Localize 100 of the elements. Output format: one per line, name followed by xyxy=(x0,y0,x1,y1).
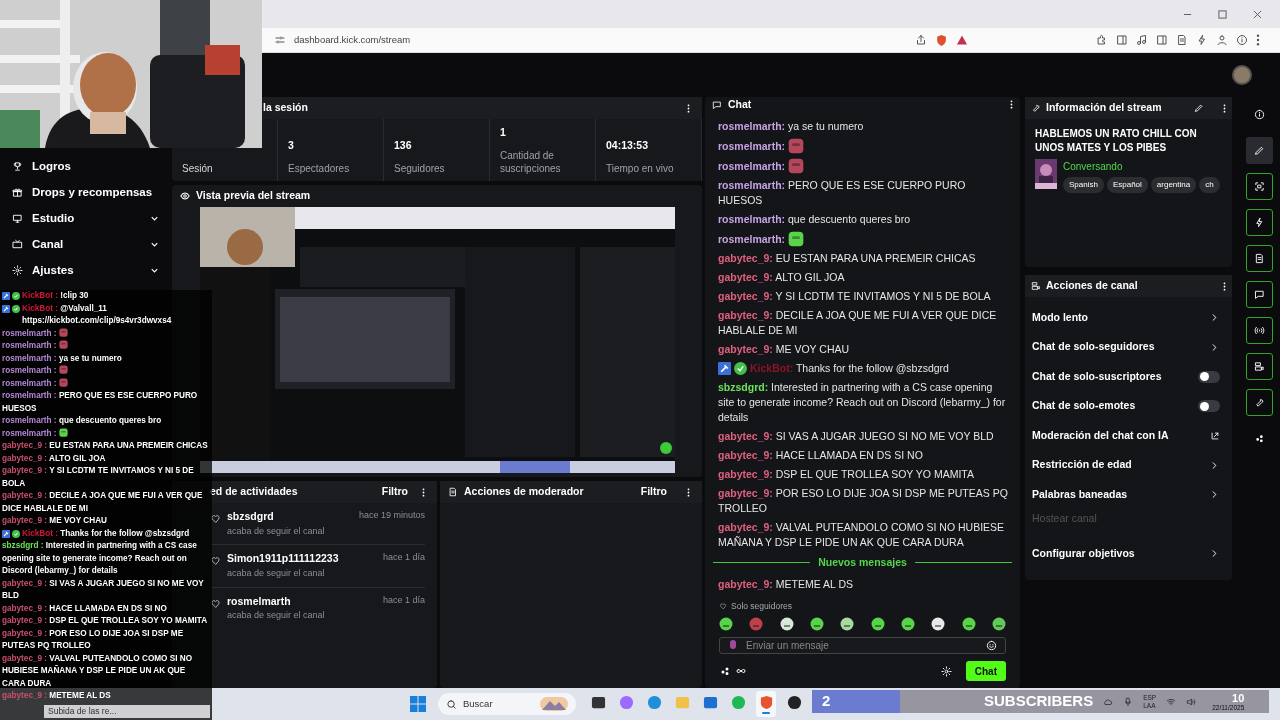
action-item[interactable]: Configurar objetivos xyxy=(1032,545,1135,562)
rail-button[interactable] xyxy=(1245,353,1273,380)
emote-icon[interactable] xyxy=(991,617,1006,632)
volume-icon[interactable] xyxy=(1186,696,1197,707)
cloud-icon[interactable] xyxy=(1103,696,1114,707)
tag[interactable]: Español xyxy=(1106,177,1148,193)
more-icon[interactable] xyxy=(1223,103,1226,113)
more-icon[interactable] xyxy=(687,103,690,113)
edit-icon[interactable] xyxy=(1194,103,1204,113)
shield-icon[interactable] xyxy=(935,33,948,47)
bolt-icon[interactable] xyxy=(1196,34,1208,46)
follower-name[interactable]: Simon1911p111112233 xyxy=(227,551,339,567)
stat-label[interactable]: Espectadores xyxy=(288,162,383,175)
emote-icon[interactable] xyxy=(719,617,733,632)
emote-icon[interactable] xyxy=(961,617,976,632)
filter-button[interactable]: Filtro xyxy=(640,484,667,500)
sidebar-item[interactable]: Estudio xyxy=(32,209,140,228)
chat-username[interactable]: rosmelmarth : xyxy=(2,366,57,375)
site-settings-icon[interactable] xyxy=(274,34,286,46)
stat-value: 136 xyxy=(394,138,413,154)
more-icon[interactable] xyxy=(1010,100,1013,110)
chat-username[interactable]: rosmelmarth: xyxy=(718,232,786,245)
category-link[interactable]: Conversando xyxy=(1063,159,1220,174)
action-item[interactable]: Chat de solo-emotes xyxy=(1032,398,1136,415)
toggle-switch[interactable] xyxy=(1198,400,1220,413)
tag[interactable]: ch xyxy=(1199,177,1220,193)
rail-button[interactable] xyxy=(1245,173,1273,200)
emote-icon[interactable] xyxy=(900,617,915,632)
sidebar-item[interactable]: Canal xyxy=(32,235,140,254)
camera-icon xyxy=(1253,361,1265,372)
chat-username[interactable]: rosmelmarth: xyxy=(718,139,786,152)
triangle-icon[interactable] xyxy=(956,34,968,46)
user-avatar[interactable] xyxy=(1232,65,1252,85)
chat-username[interactable]: rosmelmarth : xyxy=(2,378,57,388)
chat-username[interactable]: rosmelmarth : xyxy=(2,328,57,338)
follower-name[interactable]: rosmelmarth xyxy=(227,593,291,610)
chat-username[interactable]: rosmelmarth : xyxy=(2,341,57,350)
music-icon[interactable] xyxy=(1136,34,1148,46)
tag[interactable]: argentina xyxy=(1150,177,1197,193)
sidebar-item[interactable]: Logros xyxy=(32,157,160,176)
wrench-icon xyxy=(1253,397,1265,408)
rail-button[interactable] xyxy=(1245,317,1273,344)
external-link-icon[interactable] xyxy=(1210,430,1220,441)
chat-username[interactable]: rosmelmarth : xyxy=(2,428,57,438)
settings-icon xyxy=(12,265,23,276)
wifi-icon[interactable] xyxy=(1166,696,1177,707)
sidebar-item[interactable]: Ajustes xyxy=(32,261,140,280)
emote-icon[interactable] xyxy=(870,617,885,632)
sidebar-item[interactable]: Drops y recompensas xyxy=(32,183,160,202)
action-item[interactable]: Palabras baneadas xyxy=(1032,486,1128,503)
search-field[interactable]: Buscar xyxy=(438,693,576,715)
microphone-icon[interactable] xyxy=(728,639,738,652)
filter-button[interactable]: Filtro xyxy=(381,484,408,500)
extension-icon[interactable] xyxy=(1116,34,1128,46)
stat-label[interactable]: Seguidores xyxy=(394,162,489,175)
toggle-switch[interactable] xyxy=(1198,370,1220,383)
action-item[interactable]: Modo lento xyxy=(1032,309,1088,326)
chat-message: gabytec_9: ME VOY CHAU xyxy=(718,342,850,355)
stat-label[interactable]: Sesión xyxy=(182,162,277,175)
microphone-icon[interactable] xyxy=(1123,696,1134,707)
more-icon[interactable] xyxy=(687,487,690,497)
follower-name[interactable]: sbzsdgrd xyxy=(227,509,274,525)
extension-icon[interactable] xyxy=(1096,34,1108,46)
send-button[interactable]: Chat xyxy=(965,661,1006,682)
rail-button[interactable] xyxy=(1245,209,1273,236)
settings-icon[interactable] xyxy=(940,665,952,677)
stat-label[interactable]: Tiempo en vivo xyxy=(606,162,701,175)
rail-button[interactable] xyxy=(1245,245,1273,272)
rail-button[interactable] xyxy=(1245,389,1273,416)
close-icon[interactable] xyxy=(1253,9,1262,19)
sidebar-icon[interactable] xyxy=(1156,34,1168,46)
stat-label[interactable]: Cantidad de suscripciones xyxy=(500,149,595,175)
action-item[interactable]: Restricción de edad xyxy=(1032,457,1132,474)
emote-icon[interactable] xyxy=(779,617,794,632)
rail-button[interactable] xyxy=(1245,137,1273,164)
trophy-icon xyxy=(12,161,23,172)
rail-button[interactable] xyxy=(1245,281,1273,308)
share-icon[interactable] xyxy=(915,34,927,46)
chat-message: gabytec_9 : HACE LLAMADA EN DS SI NO xyxy=(2,603,167,613)
notification-toast[interactable]: Subida de las re... xyxy=(44,704,210,718)
more-icon[interactable] xyxy=(1256,34,1260,46)
chat-username[interactable]: rosmelmarth: xyxy=(718,159,786,172)
emoji-icon[interactable] xyxy=(986,640,997,652)
shield-icon[interactable] xyxy=(756,691,776,717)
more-icon[interactable] xyxy=(422,487,425,497)
emote-icon[interactable] xyxy=(931,617,946,632)
message-input[interactable]: Enviar un mensaje xyxy=(746,638,978,654)
stat-value: 1 xyxy=(500,125,507,141)
action-item[interactable]: Chat de solo-seguidores xyxy=(1032,339,1155,356)
document-icon[interactable] xyxy=(1176,34,1188,46)
tag[interactable]: Spanish xyxy=(1063,177,1104,193)
emote-icon[interactable] xyxy=(810,617,824,632)
more-icon[interactable] xyxy=(1223,281,1226,291)
message-field[interactable]: Enviar un mensaje xyxy=(719,637,1006,655)
emote-icon[interactable] xyxy=(840,617,855,632)
action-item[interactable]: Chat de solo-suscriptores xyxy=(1032,368,1162,385)
kick-icon[interactable] xyxy=(719,665,731,678)
profile-icon[interactable] xyxy=(1216,34,1228,46)
info-icon[interactable] xyxy=(1236,34,1248,46)
action-item[interactable]: Moderación del chat con IA xyxy=(1032,427,1169,444)
